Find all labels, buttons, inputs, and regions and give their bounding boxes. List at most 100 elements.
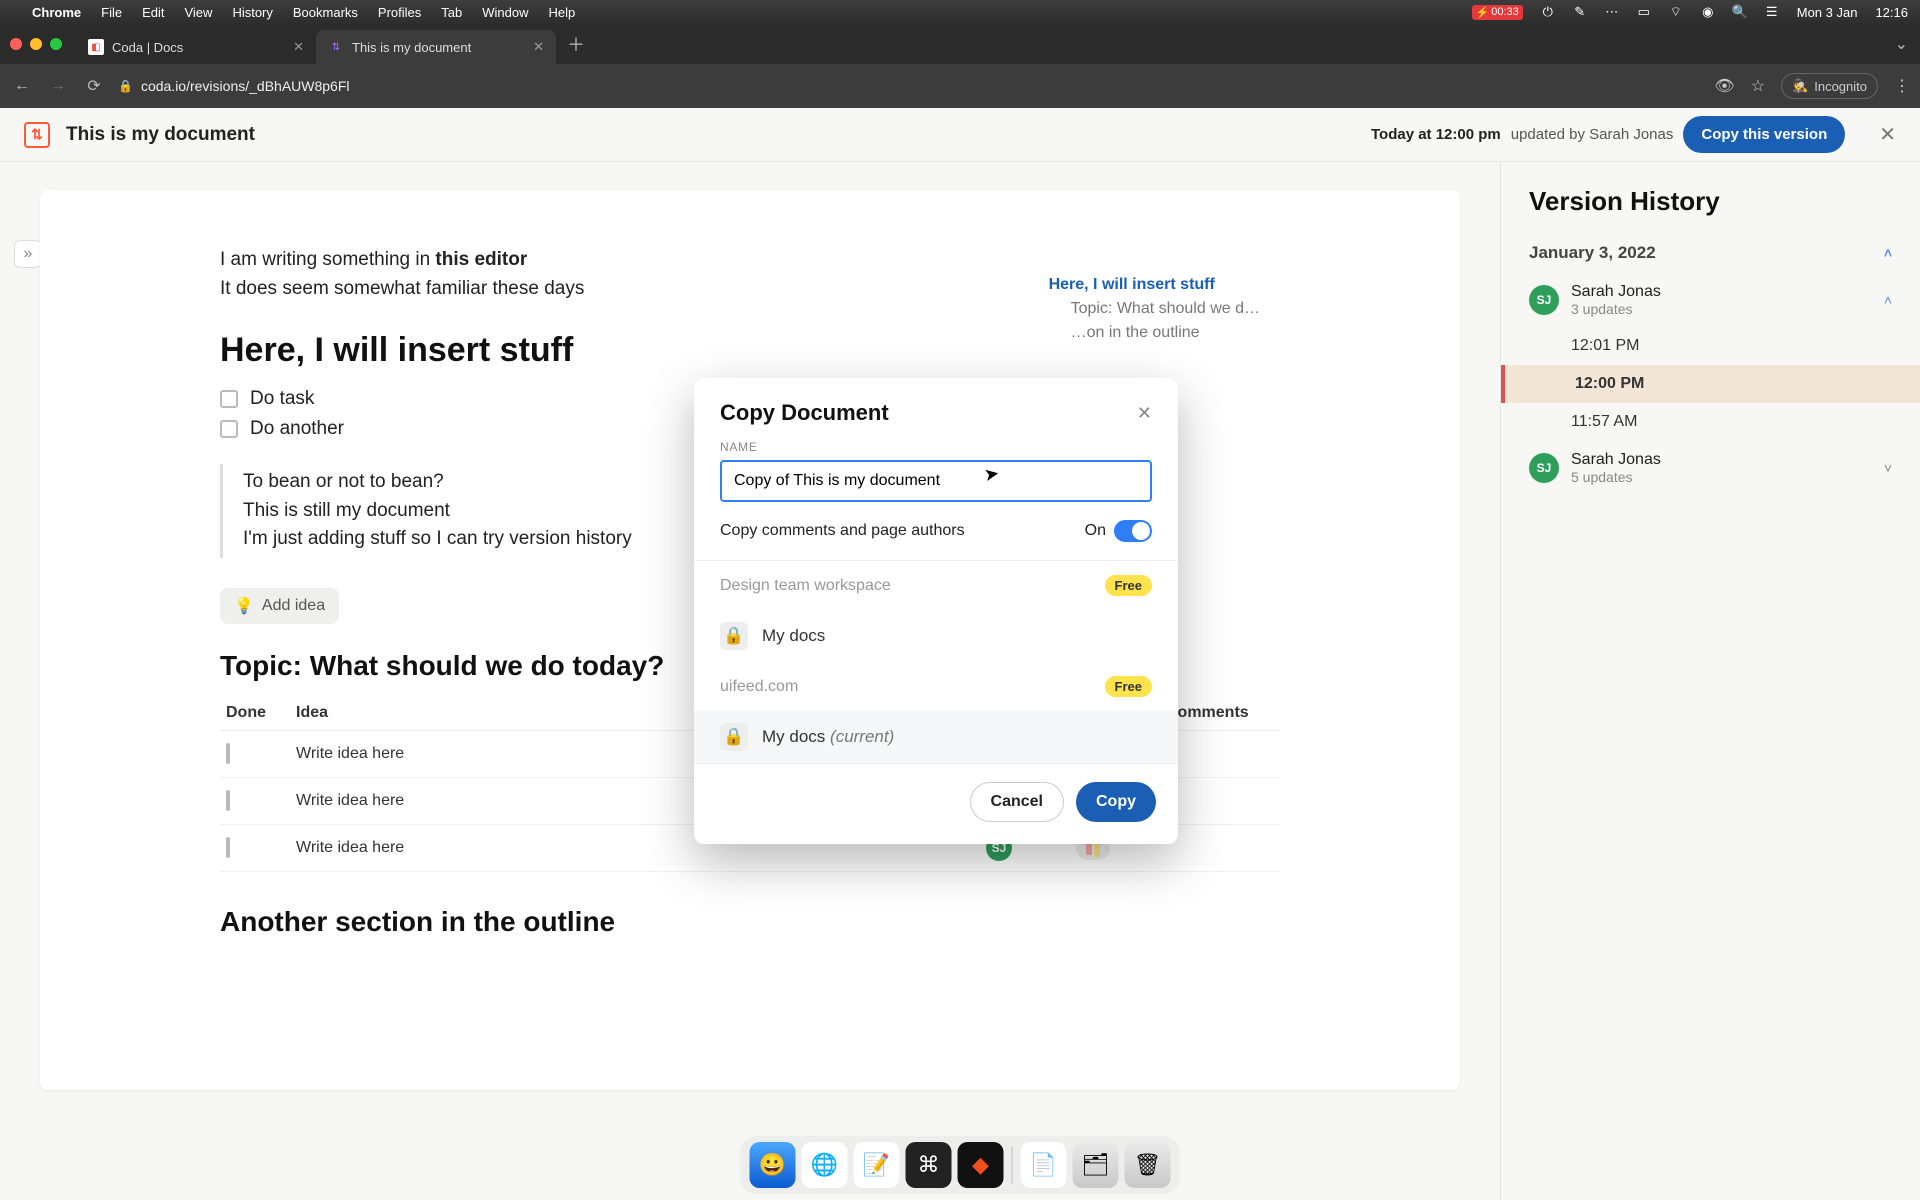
control-center-icon[interactable]: ◉	[1701, 5, 1715, 19]
battery-icon[interactable]: ▭	[1637, 5, 1651, 19]
chrome-tabstrip: ◧ Coda | Docs ✕ ⇅ This is my document ✕ …	[0, 24, 1920, 64]
menu-file[interactable]: File	[101, 5, 122, 20]
version-history-title: Version History	[1501, 186, 1920, 233]
outline-item[interactable]: Topic: What should we d…	[1071, 300, 1260, 318]
checkbox-icon[interactable]	[226, 743, 230, 764]
dock-figma-icon[interactable]: ◆	[958, 1142, 1004, 1188]
tab-overflow-icon[interactable]: ⌄	[1895, 34, 1908, 54]
avatar: SJ	[1529, 453, 1559, 483]
expand-sidebar-button[interactable]: »	[14, 240, 42, 268]
close-revisions-icon[interactable]: ✕	[1879, 122, 1896, 147]
menubar-app-name[interactable]: Chrome	[32, 5, 81, 20]
toggle-switch[interactable]	[1114, 520, 1152, 542]
menu-help[interactable]: Help	[549, 5, 576, 20]
browser-tab-active[interactable]: ⇅ This is my document ✕	[316, 30, 556, 64]
modal-title: Copy Document	[720, 400, 889, 426]
col-done[interactable]: Done	[220, 696, 290, 731]
vh-time[interactable]: 12:01 PM	[1501, 327, 1920, 365]
siri-icon[interactable]: ☰	[1765, 5, 1779, 19]
dock-notes-icon[interactable]: 📝	[854, 1142, 900, 1188]
chrome-menu-icon[interactable]: ⋮	[1894, 76, 1910, 96]
statusbar-icon[interactable]: ⏻	[1541, 5, 1555, 19]
menu-tab[interactable]: Tab	[441, 5, 462, 20]
dock-trash-icon[interactable]: 🗑	[1125, 1142, 1171, 1188]
name-field-label: NAME	[694, 436, 1178, 460]
chevron-up-icon[interactable]: ˄	[1884, 292, 1892, 308]
doc-icon[interactable]: ⇅	[24, 122, 50, 148]
location-option[interactable]: 🔒 My docs	[694, 610, 1178, 662]
doc-name-input[interactable]	[720, 460, 1152, 502]
copy-button[interactable]: Copy	[1076, 782, 1156, 822]
macos-dock: 😀 🌐 📝 ⌘ ◆ 📄 🗂 🗑	[740, 1136, 1181, 1194]
vh-time-selected[interactable]: 12:00 PM	[1501, 365, 1920, 403]
menu-window[interactable]: Window	[482, 5, 528, 20]
add-idea-button[interactable]: 💡Add idea	[220, 588, 339, 624]
vh-entry[interactable]: SJ Sarah Jonas 3 updates ˄	[1501, 273, 1920, 327]
eye-off-icon[interactable]: 👁	[1714, 76, 1734, 96]
zoom-window-icon[interactable]	[50, 38, 62, 50]
vh-entry[interactable]: SJ Sarah Jonas 5 updates ˅	[1501, 441, 1920, 495]
url-text: coda.io/revisions/_dBhAUW8p6Fl	[141, 78, 350, 94]
menubar-time[interactable]: 12:16	[1875, 5, 1908, 20]
outline-item[interactable]: …on in the outline	[1071, 324, 1260, 342]
menu-view[interactable]: View	[184, 5, 212, 20]
favicon-icon: ◧	[88, 39, 104, 55]
vh-date-group[interactable]: January 3, 2022˄	[1501, 233, 1920, 273]
dock-finder-icon[interactable]: 😀	[750, 1142, 796, 1188]
browser-tab[interactable]: ◧ Coda | Docs ✕	[76, 30, 316, 64]
window-traffic-lights[interactable]	[10, 38, 62, 50]
col-comments[interactable]: Comments	[1160, 696, 1280, 731]
menubar-date[interactable]: Mon 3 Jan	[1797, 5, 1858, 20]
statusbar-icon[interactable]: ✎	[1573, 5, 1587, 19]
close-tab-icon[interactable]: ✕	[533, 39, 544, 55]
menu-edit[interactable]: Edit	[142, 5, 164, 20]
toggle-label: Copy comments and page authors	[720, 522, 965, 540]
vh-time[interactable]: 11:57 AM	[1501, 403, 1920, 441]
macos-menubar: Chrome File Edit View History Bookmarks …	[0, 0, 1920, 24]
checkbox-icon[interactable]	[226, 837, 230, 858]
menu-history[interactable]: History	[232, 5, 272, 20]
close-tab-icon[interactable]: ✕	[293, 39, 304, 55]
dock-terminal-icon[interactable]: ⌘	[906, 1142, 952, 1188]
checkbox-icon[interactable]	[226, 790, 230, 811]
reload-button[interactable]: ⟳	[82, 74, 106, 98]
dock-chrome-icon[interactable]: 🌐	[802, 1142, 848, 1188]
dock-app-icon[interactable]: 🗂	[1073, 1142, 1119, 1188]
menu-bookmarks[interactable]: Bookmarks	[293, 5, 358, 20]
doc-title: This is my document	[66, 124, 255, 146]
tab-title: This is my document	[352, 40, 471, 55]
dock-app-icon[interactable]: 📄	[1021, 1142, 1067, 1188]
copy-document-modal: Copy Document ✕ NAME Copy comments and p…	[694, 378, 1178, 844]
revision-bar: ⇅ This is my document Today at 12:00 pm …	[0, 108, 1920, 162]
outline-item[interactable]: Here, I will insert stuff	[1049, 276, 1260, 294]
checkbox-icon[interactable]	[220, 420, 238, 438]
incognito-label: Incognito	[1814, 79, 1867, 94]
checkbox-icon[interactable]	[220, 390, 238, 408]
location-option-selected[interactable]: 🔒 My docs (current)	[694, 711, 1178, 763]
close-modal-icon[interactable]: ✕	[1137, 403, 1152, 424]
statusbar-icon[interactable]: ⋯	[1605, 5, 1619, 19]
new-tab-button[interactable]: ＋	[562, 30, 590, 58]
cancel-button[interactable]: Cancel	[970, 782, 1064, 822]
chevron-up-icon[interactable]: ˄	[1884, 245, 1892, 261]
checkbox-label: Do task	[250, 388, 314, 410]
wifi-icon[interactable]: ⌔	[1669, 5, 1683, 19]
chevron-down-icon[interactable]: ˅	[1884, 460, 1892, 476]
minimize-window-icon[interactable]	[30, 38, 42, 50]
back-button[interactable]: ←	[10, 74, 34, 98]
revision-author: updated by Sarah Jonas	[1511, 126, 1674, 143]
incognito-badge[interactable]: 🕵 Incognito	[1781, 73, 1878, 99]
menu-profiles[interactable]: Profiles	[378, 5, 421, 20]
workspace-header: uifeed.comFree	[694, 662, 1178, 711]
close-window-icon[interactable]	[10, 38, 22, 50]
page-outline[interactable]: Here, I will insert stuff Topic: What sh…	[1049, 276, 1260, 342]
lock-icon: 🔒	[720, 723, 748, 751]
chrome-toolbar: ← → ⟳ 🔒 coda.io/revisions/_dBhAUW8p6Fl 👁…	[0, 64, 1920, 108]
address-bar[interactable]: 🔒 coda.io/revisions/_dBhAUW8p6Fl	[118, 78, 350, 94]
bookmark-star-icon[interactable]: ☆	[1751, 76, 1765, 96]
lock-icon[interactable]: 🔒	[118, 79, 133, 93]
workspace-header: Design team workspaceFree	[694, 561, 1178, 610]
spotlight-icon[interactable]: 🔍	[1733, 5, 1747, 19]
copy-version-button[interactable]: Copy this version	[1683, 116, 1845, 153]
battery-status-icon[interactable]: ⚡00:33	[1472, 5, 1523, 20]
